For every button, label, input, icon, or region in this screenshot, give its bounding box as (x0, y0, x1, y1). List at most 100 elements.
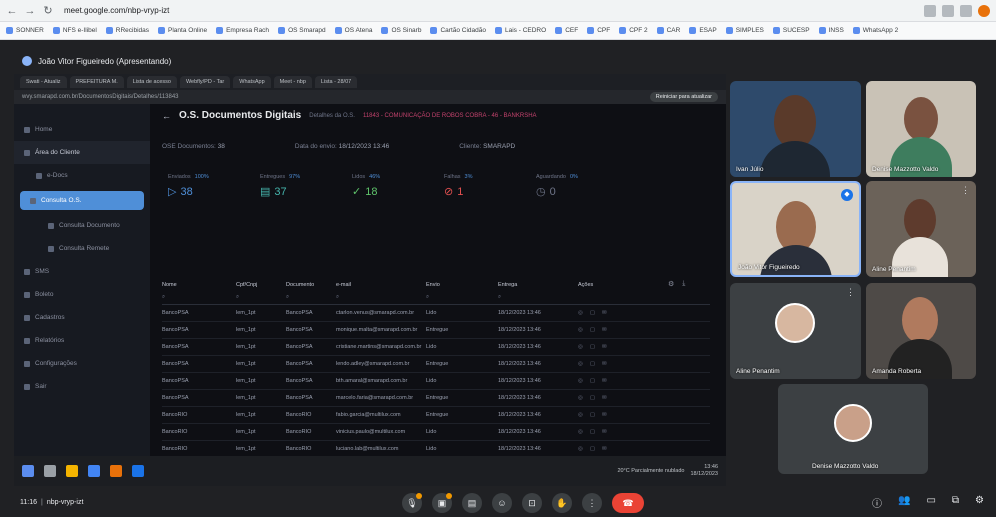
bookmark-item[interactable]: NFS e-Ilibel (52, 27, 97, 34)
participant-tile[interactable]: Denise Mazzotto Valdo (778, 384, 928, 474)
row-actions: ◎ ▢ ✉ (578, 361, 648, 367)
sidebar-icon[interactable] (960, 4, 972, 17)
address-bar[interactable]: meet.google.com/nbp-vryp-izt (64, 6, 169, 15)
bookmark-icon (334, 27, 342, 34)
mail-icon: ✉ (602, 310, 607, 316)
status-icon: ▤ (260, 186, 271, 198)
table-cell: Lido (426, 310, 437, 316)
table-cell: bth.amaral@smarapd.com.br (336, 378, 408, 384)
info-icon[interactable]: ⓘ (872, 495, 882, 510)
menu-icon (48, 245, 54, 252)
profile-avatar[interactable] (978, 4, 990, 17)
participant-tile[interactable]: Ivan Júlio (730, 81, 861, 177)
participant-tile[interactable]: Amanda Roberta (866, 283, 976, 379)
mic-icon[interactable]: 🎙 (402, 493, 422, 513)
bookmark-item[interactable]: CPF 2 (619, 27, 648, 34)
menu-icon (30, 197, 36, 204)
raise-hand-icon[interactable]: ✋ (552, 493, 572, 513)
sidebar-item: Home (14, 118, 150, 141)
bookmark-item[interactable]: SONNER (6, 27, 44, 34)
bookmark-item[interactable]: INSS (818, 27, 844, 34)
table-cell: fabio.garcia@multilux.com (336, 412, 401, 418)
table-header: Nome Cpf/Cnpj Documento e-mail Envio Entrega A… (162, 279, 710, 291)
table-row: BancoPSA lem_1pt BancoPSA cristiane.martins… (162, 339, 710, 356)
bookmark-item[interactable]: Lais - CEDRO (495, 27, 546, 34)
bookmark-item[interactable]: CAR (656, 27, 680, 34)
activities-icon[interactable]: ⧉ (952, 495, 959, 510)
bookmark-item[interactable]: CEF (555, 27, 578, 34)
bookmark-item[interactable]: SUCESP (772, 27, 810, 34)
bookmark-item[interactable]: WhatsApp 2 (852, 27, 898, 34)
status-card: Lidos 46% ✓ 18 (352, 174, 381, 198)
bookmark-icon (381, 27, 389, 34)
bookmark-item[interactable]: SIMPLES (725, 27, 764, 34)
table-row: BancoRIO lem_1pt BancoRIO fabio.garcia@mult… (162, 407, 710, 424)
row-actions: ◎ ▢ ✉ (578, 412, 648, 418)
participant-tile[interactable]: ◆ João Vitor Figueiredo (730, 181, 861, 277)
camera-icon[interactable]: ▣ (432, 493, 452, 513)
bookmark-icon (555, 27, 563, 34)
more-icon[interactable]: ⋮ (846, 287, 855, 298)
document-icon: ▢ (589, 395, 596, 401)
document-icon: ▢ (589, 344, 596, 350)
end-call-button[interactable]: ☎ (612, 493, 644, 513)
row-actions: ◎ ▢ ✉ (578, 310, 648, 316)
table-cell: marcelo.faria@smarapd.com.br (336, 395, 414, 401)
more-icon[interactable]: ⋮ (961, 185, 970, 196)
bookmark-icon (772, 27, 780, 34)
participant-video (904, 97, 938, 141)
page-title: O.S. Documentos Digitais (179, 110, 302, 121)
bookmark-item[interactable]: ESAP (689, 27, 717, 34)
bookmark-item[interactable]: Empresa Rach (216, 27, 269, 34)
menu-icon (24, 149, 30, 156)
view-icon: ◎ (578, 395, 583, 401)
presenter-banner: João Vitor Figueiredo (Apresentando) (22, 56, 171, 66)
table-cell: lem_1pt (236, 412, 256, 418)
presenter-label: João Vitor Figueiredo (Apresentando) (38, 56, 172, 66)
table-cell: Entregue (426, 361, 449, 367)
table-cell: lem_1pt (236, 446, 256, 452)
participant-tile[interactable]: ⋮ Aline Penantim (866, 181, 976, 277)
back-icon[interactable]: ← (6, 5, 18, 17)
inner-url-text: wvy.smarapd.com.br/DocumentosDigitais/De… (22, 94, 179, 100)
table-cell: BancoPSA (286, 395, 313, 401)
table-cell: 18/12/2023 13:46 (498, 361, 541, 367)
table-cell: lendo.adley@smarapd.com.br (336, 361, 410, 367)
more-options-icon[interactable]: ⋮ (582, 493, 602, 513)
bookmark-item[interactable]: CPF (587, 27, 610, 34)
bookmark-icon (656, 27, 664, 34)
participant-name: Aline Penantim (872, 266, 916, 273)
bookmark-item[interactable]: OS Sinarb (381, 27, 421, 34)
host-controls-icon[interactable]: ⚙ (975, 495, 984, 510)
mail-icon: ✉ (602, 327, 607, 333)
participant-tile[interactable]: ⋮ Aline Penantim (730, 283, 861, 379)
extensions-icon[interactable] (942, 4, 954, 17)
document-icon: ▢ (589, 327, 596, 333)
bookmark-icon (725, 27, 733, 34)
people-icon[interactable]: 👥 (898, 495, 910, 510)
reload-icon[interactable]: ↻ (42, 4, 54, 17)
document-icon: ▢ (589, 378, 596, 384)
forward-icon[interactable]: → (24, 5, 36, 17)
star-icon[interactable] (924, 4, 936, 17)
emoji-icon[interactable]: ☺ (492, 493, 512, 513)
bookmark-item[interactable]: OS Smarapd (278, 27, 326, 34)
chat-icon[interactable]: ▭ (926, 495, 935, 510)
sidebar-item: Cadastros (14, 306, 150, 329)
bookmark-item[interactable]: Cartão Cidadão (430, 27, 486, 34)
captions-icon[interactable]: ▤ (462, 493, 482, 513)
present-icon[interactable]: ⊡ (522, 493, 542, 513)
column-header: Entrega (498, 282, 518, 288)
bookmark-item[interactable]: OS Atena (334, 27, 372, 34)
bookmark-item[interactable]: Planta Online (158, 27, 207, 34)
participant-tile[interactable]: Denise Mazzotto Valdo (866, 81, 976, 177)
document-icon: ▢ (589, 412, 596, 418)
bookmark-icon (495, 27, 502, 34)
inner-tab: Swati - Atualiz (20, 76, 67, 88)
system-tray: 20°C Parcialmente nublado 13:46 18/12/20… (617, 464, 718, 478)
meeting-code: nbp-vryp-izt (46, 499, 84, 506)
back-arrow-icon: ← (162, 110, 171, 121)
view-icon: ◎ (578, 327, 583, 333)
status-card: Enviados 100% ▷ 38 (168, 174, 209, 198)
bookmark-item[interactable]: RRecibidas (105, 27, 149, 34)
